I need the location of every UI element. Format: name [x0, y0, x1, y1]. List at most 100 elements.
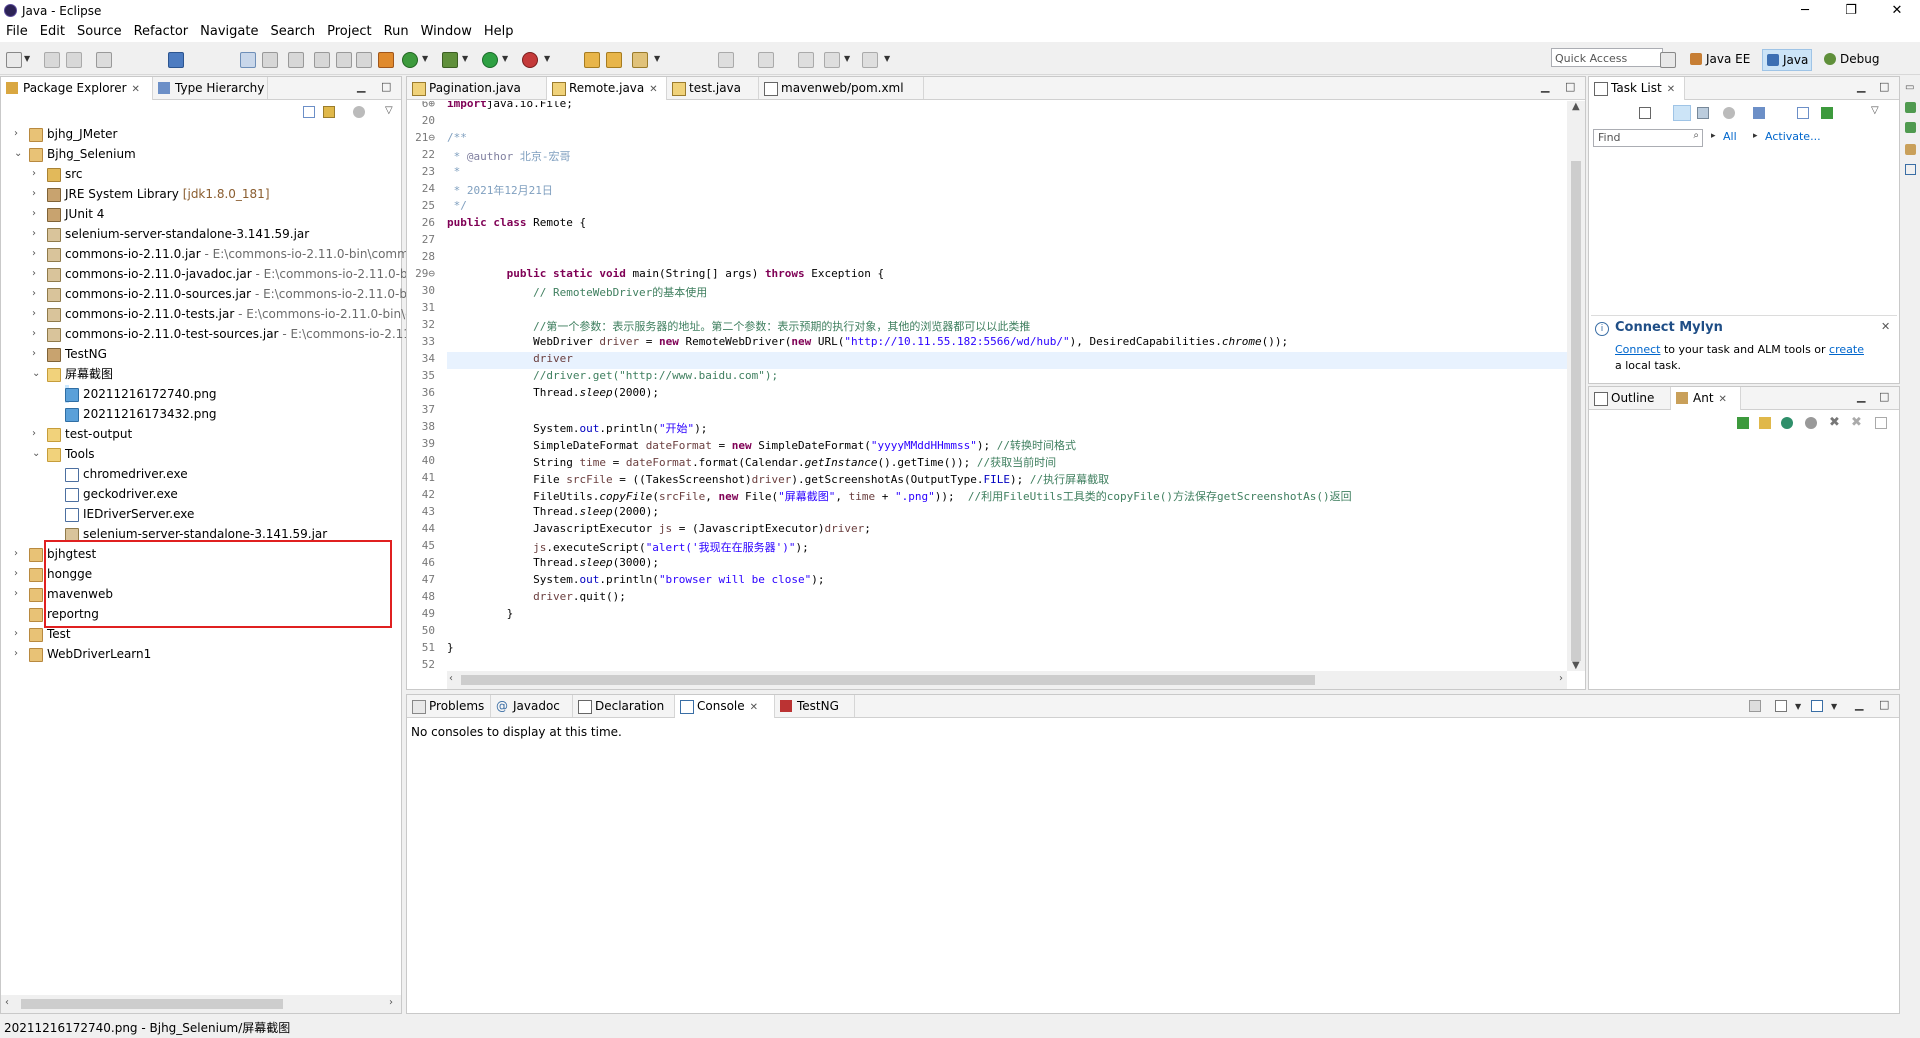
menu-search[interactable]: Search [264, 22, 321, 42]
scroll-up-icon[interactable]: ▲ [1572, 101, 1580, 112]
close-icon[interactable]: ✕ [132, 84, 140, 95]
collapsed-arrow-icon[interactable]: › [14, 125, 18, 143]
paste-icon[interactable] [356, 52, 372, 68]
edit-icon[interactable] [288, 52, 304, 68]
close-icon[interactable]: ✕ [750, 702, 758, 713]
close-button[interactable]: ✕ [1874, 0, 1920, 22]
expanded-arrow-icon[interactable]: ⌄ [14, 145, 22, 163]
scroll-left-icon[interactable]: ‹ [449, 673, 453, 684]
last-edit-icon[interactable] [798, 52, 814, 68]
outline-trim-icon[interactable] [1905, 164, 1916, 175]
link-with-editor-icon[interactable] [323, 106, 335, 118]
ant-view-icon[interactable] [1905, 144, 1916, 155]
tab-mavenweb-pom[interactable]: mavenweb/pom.xml [759, 77, 924, 99]
activate-link[interactable]: Activate... [1765, 130, 1821, 143]
close-icon[interactable]: ✕ [1881, 320, 1890, 333]
close-icon[interactable]: ✕ [1719, 394, 1727, 405]
minimize-view-icon[interactable]: ▁ [1541, 80, 1549, 93]
testng-run-icon[interactable] [402, 52, 418, 68]
tab-package-explorer[interactable]: Package Explorer ✕ [1, 77, 153, 100]
tab-task-list[interactable]: Task List ✕ [1589, 77, 1685, 100]
perspective-java-ee[interactable]: Java EE [1686, 49, 1753, 69]
run-target-icon[interactable] [1805, 417, 1817, 429]
collapsed-arrow-icon[interactable]: › [32, 185, 36, 203]
collapsed-arrow-icon[interactable]: › [32, 265, 36, 283]
restore-icon[interactable]: ▭ [1905, 82, 1914, 93]
tab-declaration[interactable]: Declaration [573, 695, 675, 717]
new-icon[interactable] [6, 52, 22, 68]
maximize-view-icon[interactable]: □ [381, 80, 391, 93]
mylyn-create-link[interactable]: create [1829, 343, 1864, 356]
menu-file[interactable]: File [0, 22, 34, 42]
remove-icon[interactable]: ✖ [1829, 415, 1840, 430]
minimize-view-icon[interactable]: ▁ [1857, 80, 1865, 93]
tab-problems[interactable]: Problems [407, 695, 491, 717]
minimize-panel-icon[interactable] [1875, 417, 1887, 429]
filter-icon[interactable] [1723, 107, 1735, 119]
scroll-right-icon[interactable]: › [389, 997, 393, 1008]
open-console-icon[interactable] [1811, 700, 1823, 712]
tab-javadoc[interactable]: @ Javadoc [491, 695, 573, 717]
open-type-icon[interactable] [262, 52, 278, 68]
back-dropdown-icon[interactable]: ▼ [844, 54, 850, 63]
mylyn-connect-link[interactable]: Connect [1615, 343, 1660, 356]
maximize-view-icon[interactable]: □ [1879, 698, 1889, 711]
collapsed-arrow-icon[interactable]: › [14, 545, 18, 563]
forward-icon[interactable] [862, 52, 878, 68]
remove-all-icon[interactable]: ✖ [1851, 415, 1862, 430]
add-buildfile-search-icon[interactable] [1759, 417, 1771, 429]
minimize-view-icon[interactable]: ▁ [1857, 390, 1865, 403]
collapsed-arrow-icon[interactable]: › [32, 165, 36, 183]
collapsed-arrow-icon[interactable]: › [14, 645, 18, 663]
collapsed-arrow-icon[interactable]: › [32, 285, 36, 303]
back-icon[interactable] [824, 52, 840, 68]
menu-project[interactable]: Project [321, 22, 377, 42]
display-console-icon[interactable] [1775, 700, 1787, 712]
scheduled-icon[interactable] [1697, 107, 1709, 119]
display-console-dropdown-icon[interactable]: ▼ [1795, 702, 1801, 711]
maximize-view-icon[interactable]: □ [1879, 390, 1889, 403]
tab-pagination-java[interactable]: Pagination.java [407, 77, 547, 99]
scroll-thumb[interactable] [1571, 161, 1581, 661]
explorer-horizontal-scrollbar[interactable]: ‹ › [1, 995, 401, 1013]
tree-node[interactable]: 20211216172740.png [65, 385, 217, 403]
tab-testng[interactable]: TestNG [775, 695, 855, 717]
tab-outline[interactable]: Outline [1589, 387, 1671, 409]
collapsed-arrow-icon[interactable]: › [32, 205, 36, 223]
new-dropdown-icon[interactable]: ▼ [24, 54, 30, 63]
prev-annotation-icon[interactable] [758, 52, 774, 68]
save-all-icon[interactable] [66, 52, 82, 68]
save-icon[interactable] [44, 52, 60, 68]
collapsed-arrow-icon[interactable]: › [32, 325, 36, 343]
menu-navigate[interactable]: Navigate [194, 22, 264, 42]
view-menu-icon[interactable]: ▽ [385, 105, 393, 116]
debug-icon[interactable] [442, 52, 458, 68]
tab-console[interactable]: Console ✕ [675, 695, 775, 718]
show-view-icon[interactable] [1905, 102, 1916, 113]
minimize-view-icon[interactable]: ▁ [1855, 698, 1863, 711]
ant-build-icon[interactable] [378, 52, 394, 68]
collapse-all-icon[interactable] [1797, 107, 1809, 119]
pin-console-icon[interactable] [1749, 700, 1761, 712]
open-folder-icon[interactable] [584, 52, 600, 68]
scroll-right-icon[interactable]: › [1559, 673, 1563, 684]
collapsed-arrow-icon[interactable]: › [32, 225, 36, 243]
run-dropdown-icon[interactable]: ▼ [502, 54, 508, 63]
open-perspective-icon[interactable] [1660, 52, 1676, 68]
tab-test-java[interactable]: test.java [667, 77, 759, 99]
editor-vertical-scrollbar[interactable]: ▲ ▼ [1567, 101, 1585, 671]
collapsed-arrow-icon[interactable]: › [32, 305, 36, 323]
view-menu-icon[interactable]: ▽ [1871, 105, 1879, 116]
minimize-button[interactable]: ─ [1782, 0, 1828, 22]
print-icon[interactable] [96, 52, 112, 68]
search-dropdown-icon[interactable]: ▼ [654, 54, 660, 63]
new-task-icon[interactable] [1639, 107, 1651, 119]
menu-run[interactable]: Run [378, 22, 415, 42]
menu-source[interactable]: Source [71, 22, 128, 42]
skip-breakpoints-icon[interactable] [240, 52, 256, 68]
debug-dropdown-icon[interactable]: ▼ [462, 54, 468, 63]
editor-horizontal-scrollbar[interactable]: ‹ › [447, 671, 1567, 689]
next-annotation-icon[interactable] [718, 52, 734, 68]
external-tools-icon[interactable] [522, 52, 538, 68]
menu-refactor[interactable]: Refactor [128, 22, 195, 42]
